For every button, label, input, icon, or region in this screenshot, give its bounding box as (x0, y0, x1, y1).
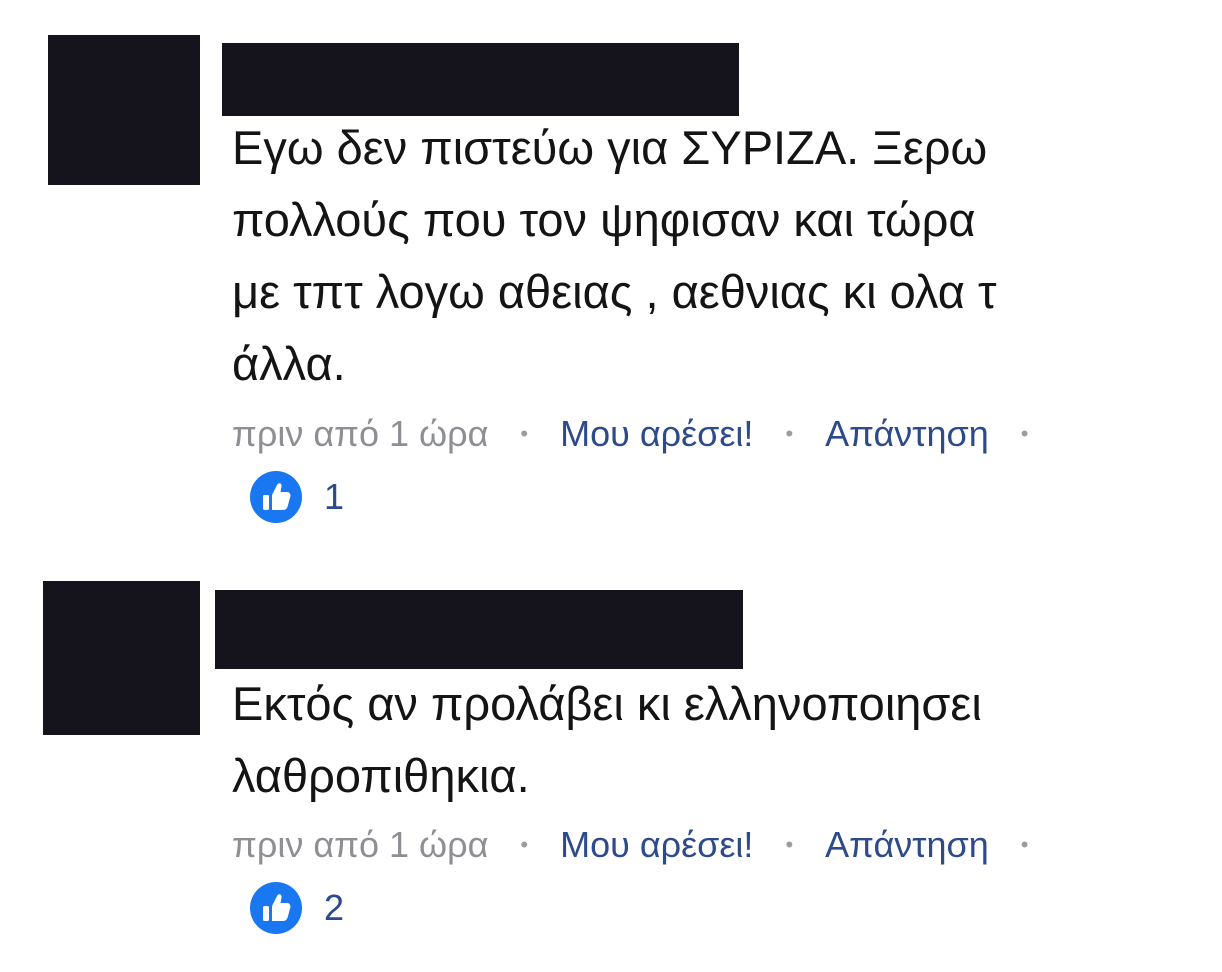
separator-dot: • (1020, 832, 1029, 857)
separator-dot: • (785, 832, 794, 857)
reply-button[interactable]: Απάντηση (825, 825, 989, 865)
comment-timestamp[interactable]: πριν από 1 ώρα (232, 825, 488, 865)
like-button[interactable]: Μου αρέσει! (560, 825, 753, 865)
like-count: 2 (324, 887, 345, 928)
author-name-redacted[interactable] (215, 590, 743, 669)
separator-dot: • (520, 832, 529, 857)
comment-text: Εκτός αν προλάβει κι ελληνοποιησει λαθρο… (232, 677, 982, 802)
thumbs-up-icon (250, 882, 302, 934)
comment-actions: πριν από 1 ώρα • Μου αρέσει! • Απάντηση … (232, 825, 1060, 865)
comment: Εκτός αν προλάβει κι ελληνοποιησει λαθρο… (0, 0, 1222, 972)
reaction-summary[interactable]: 2 (250, 882, 344, 934)
avatar-redacted[interactable] (43, 581, 200, 735)
